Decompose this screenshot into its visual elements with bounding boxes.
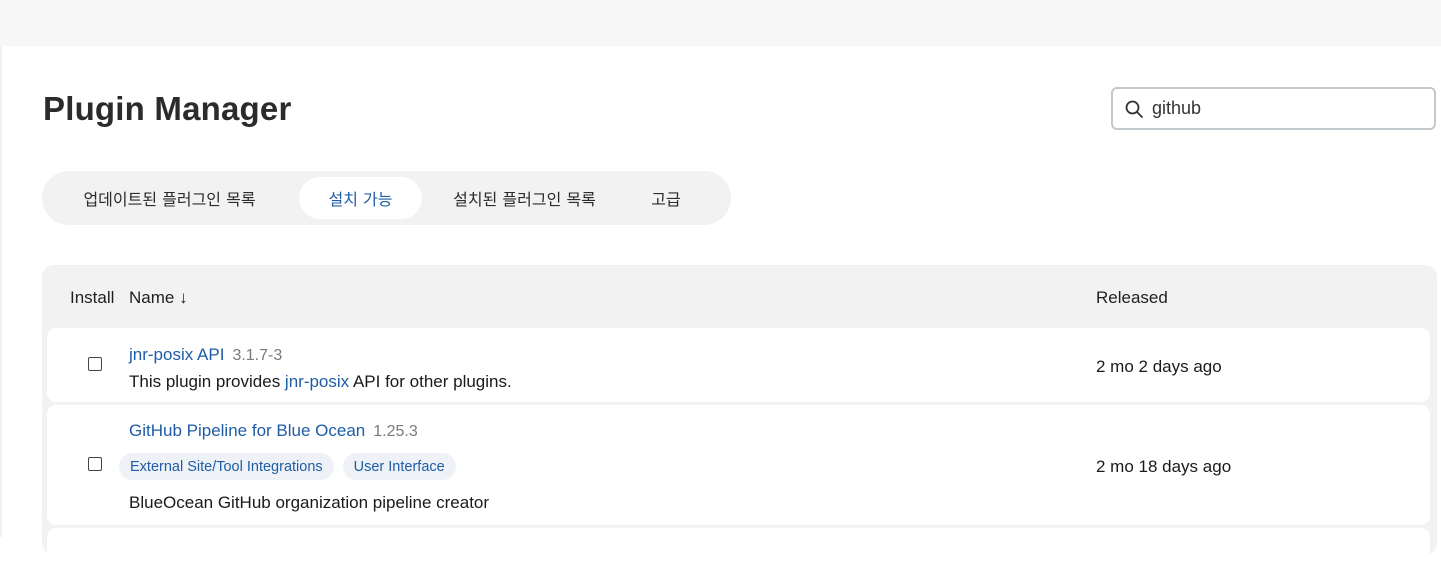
plugin-version: 3.1.7-3	[232, 347, 283, 364]
plugin-name-line: jnr-posix API 3.1.7-3	[129, 345, 282, 365]
plugin-tags: External Site/Tool Integrations User Int…	[119, 453, 456, 480]
table-row	[47, 528, 1430, 568]
description-text: API for other plugins.	[349, 372, 512, 391]
top-bar	[0, 0, 1441, 46]
plugin-description: BlueOcean GitHub organization pipeline c…	[129, 493, 490, 512]
plugin-name-link[interactable]: jnr-posix API	[129, 345, 224, 364]
page-title: Plugin Manager	[43, 90, 292, 127]
column-header-released[interactable]: Released	[1096, 288, 1168, 308]
install-checkbox[interactable]	[88, 357, 102, 371]
table-row: GitHub Pipeline for Blue Ocean 1.25.3 Ext…	[47, 405, 1430, 525]
tab-updates[interactable]: 업데이트된 플러그인 목록	[51, 177, 288, 219]
plugin-description: This plugin provides jnr-posix API for o…	[129, 372, 512, 392]
description-link[interactable]: jnr-posix	[285, 372, 349, 391]
column-header-install: Install	[70, 288, 115, 307]
plugin-name-line: GitHub Pipeline for Blue Ocean 1.25.3	[129, 421, 418, 441]
plugin-table: Install Name ↓ Released jnr-posix API 3.1…	[42, 265, 1437, 568]
tab-advanced[interactable]: 고급	[627, 177, 705, 219]
install-checkbox[interactable]	[88, 457, 102, 471]
search-icon	[1125, 100, 1143, 118]
tab-available[interactable]: 설치 가능	[299, 177, 422, 219]
plugin-name-link[interactable]: GitHub Pipeline for Blue Ocean	[129, 421, 365, 440]
tab-installed[interactable]: 설치된 플러그인 목록	[422, 177, 627, 219]
description-text: This plugin provides	[129, 372, 285, 391]
category-tag[interactable]: External Site/Tool Integrations	[119, 453, 334, 480]
plugin-search-box[interactable]	[1111, 87, 1436, 130]
column-header-name[interactable]: Name ↓	[129, 288, 188, 308]
released-date: 2 mo 2 days ago	[1096, 357, 1222, 376]
table-row: jnr-posix API 3.1.7-3 This plugin provide…	[47, 328, 1430, 402]
plugin-manager-tabs: 업데이트된 플러그인 목록 설치 가능 설치된 플러그인 목록 고급	[42, 171, 731, 225]
category-tag[interactable]: User Interface	[342, 453, 456, 480]
released-date: 2 mo 18 days ago	[1096, 457, 1232, 476]
plugin-version: 1.25.3	[373, 423, 418, 440]
search-input[interactable]	[1152, 98, 1422, 119]
